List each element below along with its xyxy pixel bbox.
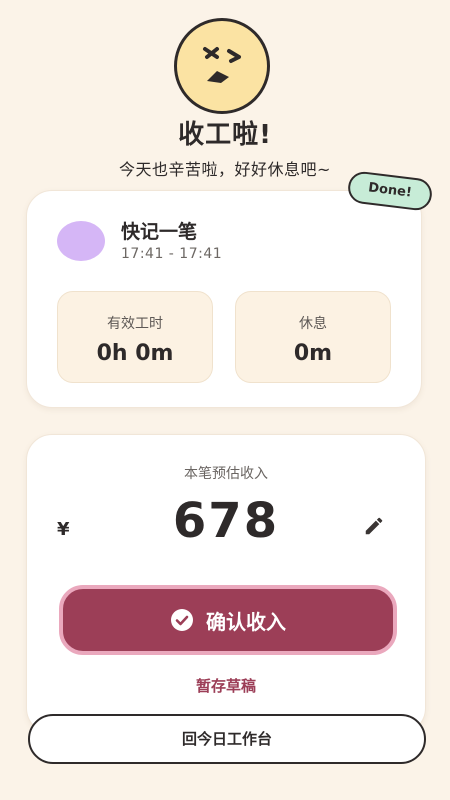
stat-effective-hours: 有效工时 0h 0m bbox=[57, 291, 213, 383]
confirm-income-label: 确认收入 bbox=[206, 609, 286, 634]
confirm-income-button[interactable]: 确认收入 bbox=[59, 585, 397, 655]
stat-value: 0m bbox=[293, 341, 333, 366]
stat-value: 0h 0m bbox=[96, 341, 174, 366]
stat-label: 休息 bbox=[299, 316, 327, 332]
task-avatar bbox=[57, 221, 105, 261]
page-title: 收工啦! bbox=[178, 120, 272, 150]
save-draft-link[interactable]: 暂存草稿 bbox=[27, 675, 425, 696]
stat-label: 有效工时 bbox=[107, 316, 163, 332]
income-label: 本笔预估收入 bbox=[184, 466, 268, 482]
task-time-range: 17:41 - 17:41 bbox=[121, 246, 223, 262]
check-circle-icon bbox=[171, 609, 193, 631]
income-card: 本笔预估收入 ¥ 678 确认收入 暂存草稿 bbox=[26, 434, 426, 734]
back-to-workbench-button[interactable]: 回今日工作台 bbox=[28, 714, 426, 764]
tired-face-icon bbox=[203, 47, 241, 83]
mascot-face-icon bbox=[174, 18, 270, 114]
session-summary-card: 快记一笔 17:41 - 17:41 有效工时 0h 0m 休息 0m bbox=[26, 190, 422, 408]
stat-rest: 休息 0m bbox=[235, 291, 391, 383]
task-name: 快记一笔 bbox=[121, 221, 198, 243]
pencil-icon[interactable] bbox=[363, 515, 385, 537]
